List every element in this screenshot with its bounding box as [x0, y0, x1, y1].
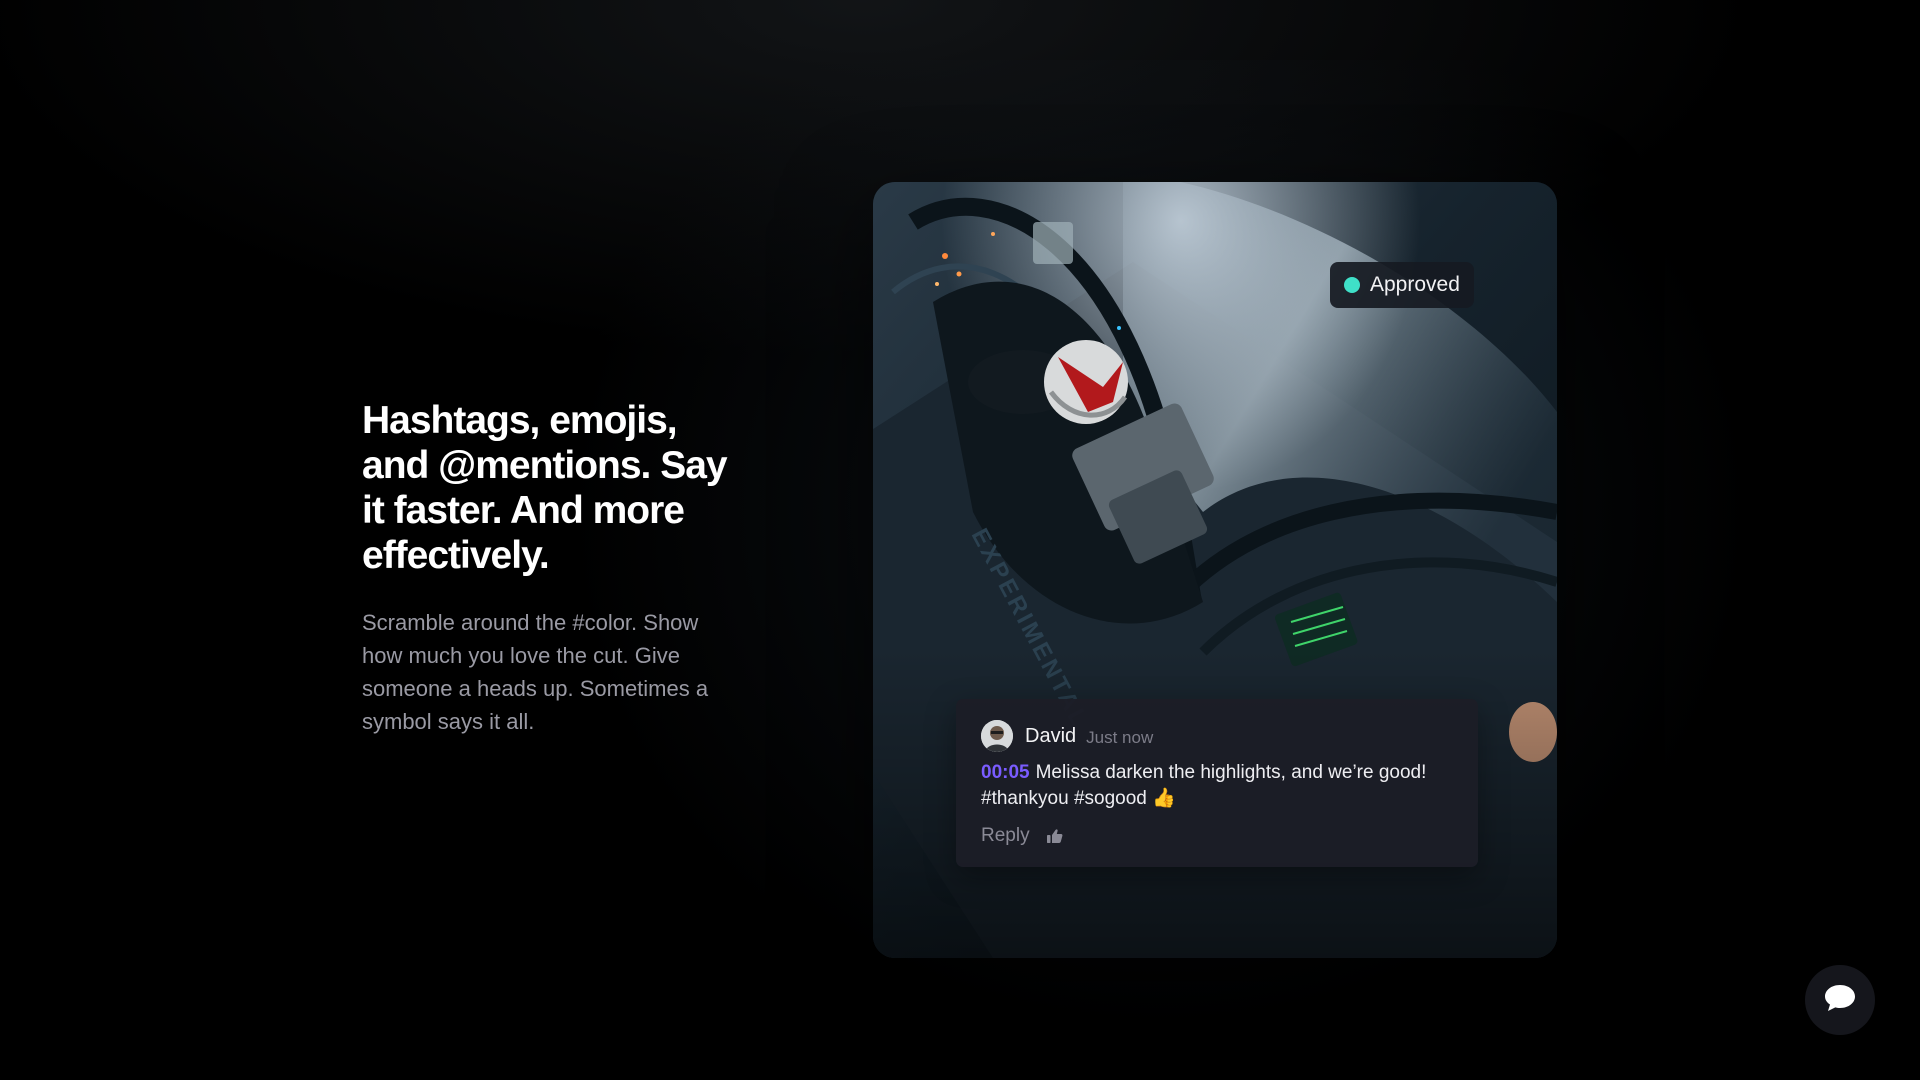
- status-indicator-dot: [1344, 277, 1360, 293]
- chat-widget-button[interactable]: [1805, 965, 1875, 1035]
- comment-card: David Just now 00:05 Melissa darken the h…: [956, 699, 1478, 867]
- author-avatar: [981, 720, 1013, 752]
- feature-headline: Hashtags, emojis, and @mentions. Say it …: [362, 399, 728, 577]
- comment-actions: Reply: [981, 825, 1454, 847]
- status-label: Approved: [1370, 273, 1460, 296]
- comment-timecode[interactable]: 00:05: [981, 762, 1030, 783]
- chat-bubble-icon: [1823, 983, 1857, 1018]
- thumbs-up-emoji: 👍: [1152, 788, 1176, 809]
- thumbs-up-icon[interactable]: [1046, 827, 1064, 845]
- feature-description: Scramble around the #color. Show how muc…: [362, 610, 709, 734]
- comment-header: David Just now: [981, 720, 1454, 752]
- comment-text: Melissa darken the highlights, and we’re…: [981, 762, 1427, 809]
- comment-author[interactable]: David: [1025, 725, 1076, 748]
- comment-body: 00:05 Melissa darken the highlights, and …: [981, 760, 1454, 812]
- reply-button[interactable]: Reply: [981, 825, 1030, 847]
- comment-timestamp: Just now: [1086, 727, 1154, 747]
- feature-copy: Hashtags, emojis, and @mentions. Say it …: [362, 398, 742, 738]
- media-preview-card: EXPERIMENTAL Approved David Just now 00:…: [873, 182, 1557, 958]
- approval-status-badge[interactable]: Approved: [1330, 262, 1474, 308]
